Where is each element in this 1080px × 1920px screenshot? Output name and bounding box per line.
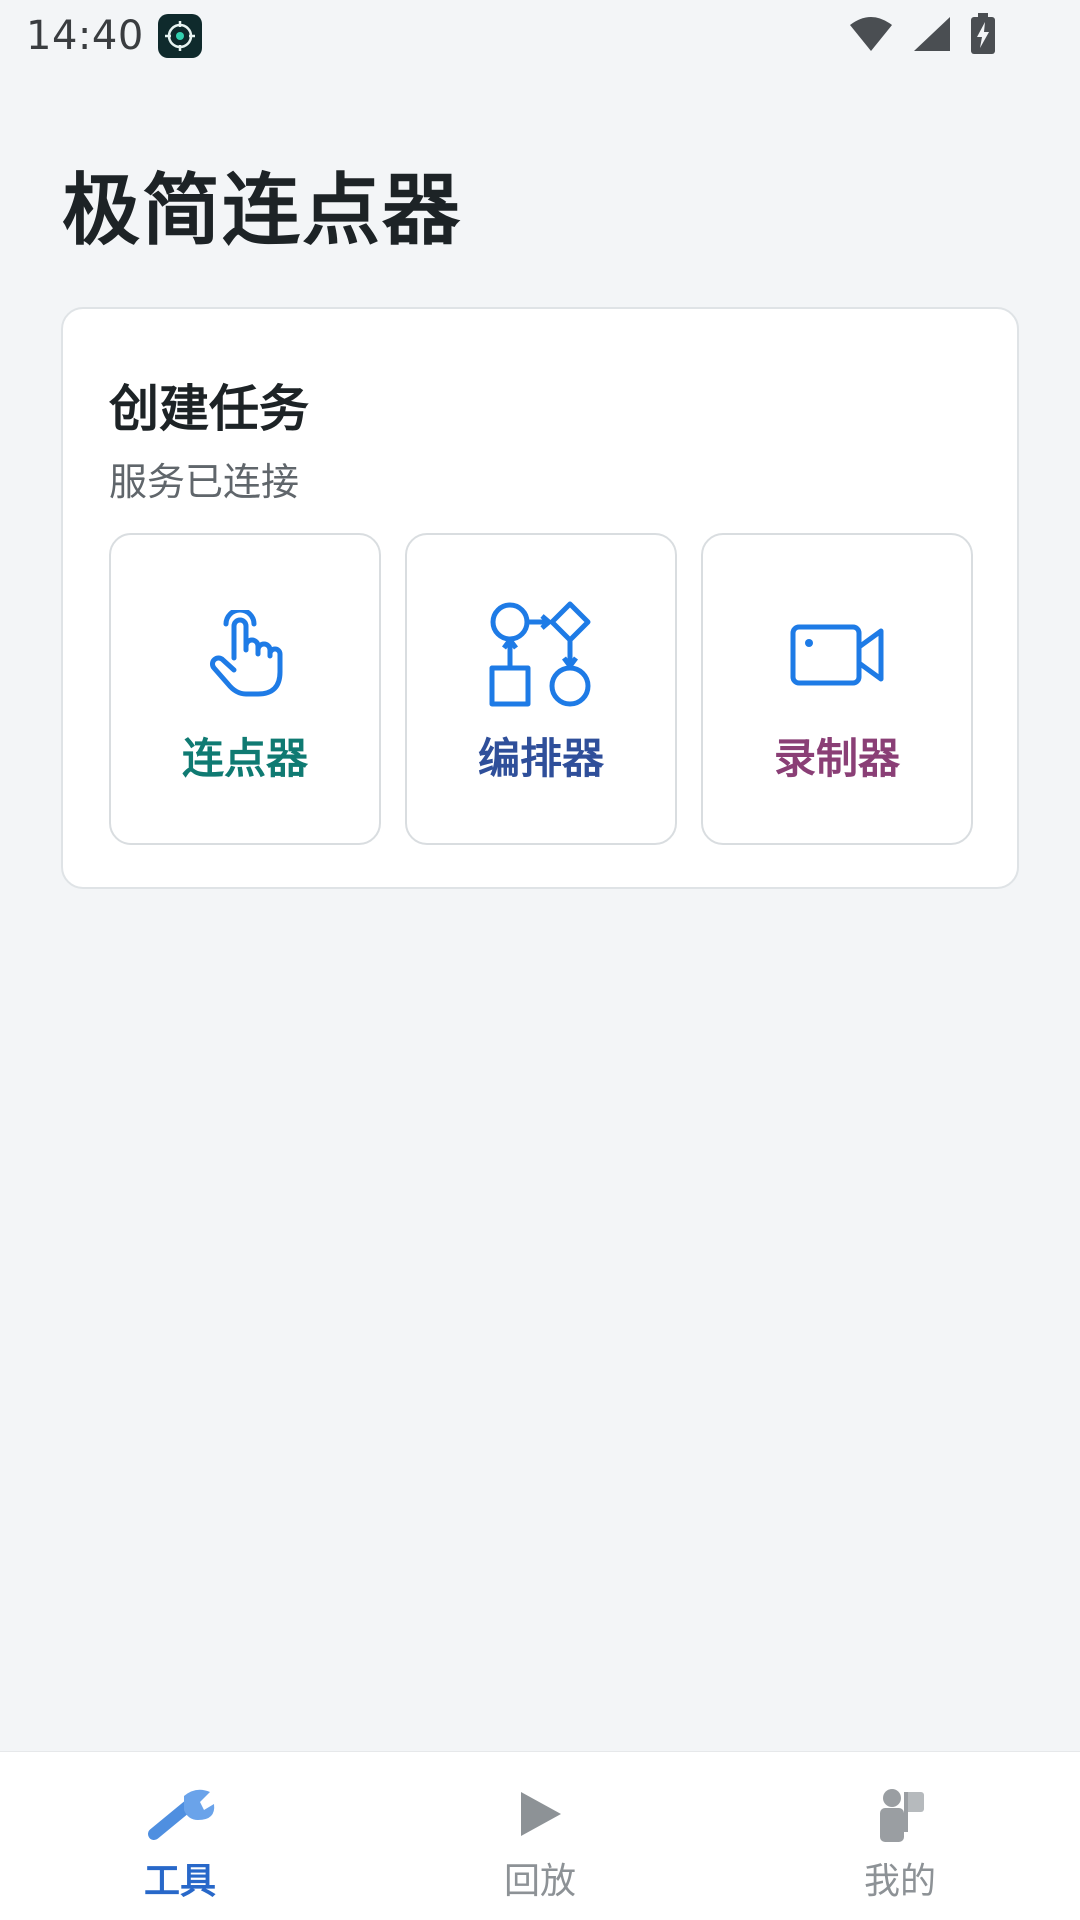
play-icon (500, 1782, 580, 1846)
recorder-label: 录制器 (773, 734, 900, 783)
create-task-card: 创建任务 服务已连接 连点器 编排器 录制器 (61, 307, 1019, 889)
video-camera-icon (777, 595, 897, 715)
nav-label-mine: 我的 (863, 1861, 936, 1902)
target-app-icon (157, 14, 202, 58)
nav-tab-tools[interactable]: 工具 (0, 1752, 360, 1920)
recorder-tile[interactable]: 录制器 (701, 533, 973, 845)
battery-charging-icon (970, 13, 996, 59)
nav-tab-playback[interactable]: 回放 (360, 1752, 720, 1920)
nav-label-playback: 回放 (503, 1861, 576, 1902)
card-title: 创建任务 (109, 380, 309, 438)
person-icon (860, 1782, 940, 1846)
page-title: 极简连点器 (62, 166, 463, 256)
wifi-icon (848, 15, 894, 57)
orchestrator-label: 编排器 (477, 734, 604, 783)
tap-hand-icon (185, 595, 305, 715)
status-bar: 14:40 (0, 0, 1080, 72)
orchestrator-tile[interactable]: 编排器 (405, 533, 677, 845)
clicker-tile[interactable]: 连点器 (109, 533, 381, 845)
cellular-signal-icon (912, 15, 952, 57)
flowchart-icon (481, 595, 601, 715)
app-screen: 14:40 极简连点器 创建任务 服务已连接 连点器 编排器 录制器 工具 回放… (0, 0, 1080, 1920)
nav-label-tools: 工具 (143, 1861, 216, 1902)
status-time: 14:40 (26, 13, 144, 59)
nav-tab-mine[interactable]: 我的 (720, 1752, 1080, 1920)
wrench-icon (140, 1782, 220, 1846)
clicker-label: 连点器 (181, 734, 308, 783)
status-icons (848, 13, 1054, 59)
service-status-text: 服务已连接 (109, 460, 300, 504)
bottom-navigation: 工具 回放 我的 (0, 1751, 1080, 1920)
